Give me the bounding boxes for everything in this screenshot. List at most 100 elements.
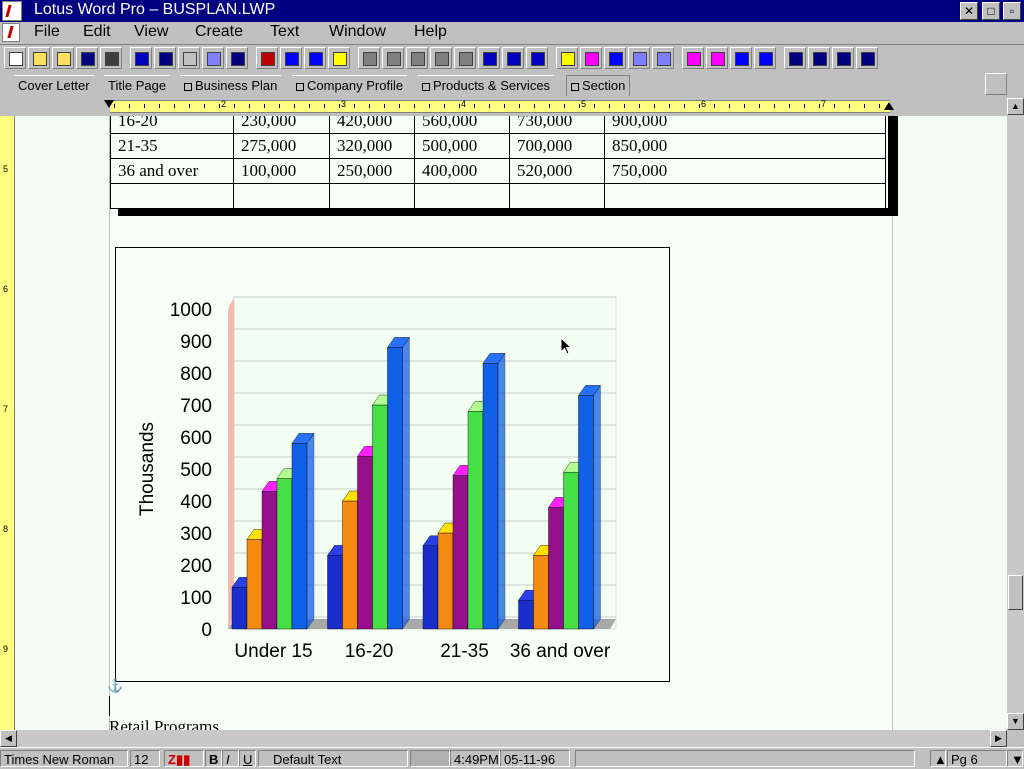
bullet-icon[interactable]	[430, 47, 452, 69]
print-icon[interactable]	[76, 47, 98, 69]
table-cell[interactable]: 700,000	[517, 133, 572, 158]
tab-section[interactable]: Section	[566, 75, 631, 96]
italic-button[interactable]: I	[222, 750, 239, 767]
menu-help[interactable]: Help	[414, 23, 447, 41]
underline-style-icon[interactable]	[406, 47, 428, 69]
paragraph-style-selector[interactable]: Default Text	[258, 750, 408, 767]
bold-button[interactable]: B	[205, 750, 222, 767]
next-icon[interactable]	[730, 47, 752, 69]
page-down-icon[interactable]: ▼	[1007, 750, 1024, 767]
app-icon[interactable]	[2, 1, 22, 21]
table-cell[interactable]: 420,000	[337, 116, 392, 133]
numbering-icon[interactable]	[454, 47, 476, 69]
tab-business-plan[interactable]: Business Plan	[180, 75, 282, 96]
table-cell[interactable]: 100,000	[241, 158, 296, 183]
menu-view[interactable]: View	[134, 23, 168, 41]
tab-company-profile[interactable]: Company Profile	[292, 75, 408, 96]
font-size-selector[interactable]: 12	[130, 750, 160, 767]
open-icon[interactable]	[28, 47, 50, 69]
table-cell[interactable]: 36 and over	[118, 158, 198, 183]
tab-cover-letter[interactable]: Cover Letter	[14, 75, 94, 96]
table-icon[interactable]	[280, 47, 302, 69]
table-cell[interactable]: 750,000	[612, 158, 667, 183]
header-icon[interactable]	[784, 47, 806, 69]
pointer-icon[interactable]	[754, 47, 776, 69]
insert-frame-icon[interactable]	[328, 47, 350, 69]
status-time[interactable]: 4:49PM	[450, 750, 500, 767]
close-icon[interactable]: ✕	[960, 2, 978, 20]
vertical-ruler[interactable]: 5 6 7 8 9	[0, 116, 15, 730]
abc-icon[interactable]	[304, 47, 326, 69]
menu-text[interactable]: Text	[270, 23, 299, 41]
cut-icon[interactable]	[154, 47, 176, 69]
spell-check-icon[interactable]	[226, 47, 248, 69]
smart-icon[interactable]	[652, 47, 674, 69]
bold-style-icon[interactable]	[358, 47, 380, 69]
page-indicator[interactable]: Pg 6	[947, 750, 1007, 767]
table-cell[interactable]: 850,000	[612, 133, 667, 158]
tab-title-page[interactable]: Title Page	[104, 75, 171, 96]
menu-edit[interactable]: Edit	[83, 23, 111, 41]
tab-products-services[interactable]: Products & Services	[418, 75, 555, 96]
scroll-up-icon[interactable]: ▲	[1007, 98, 1024, 115]
underline-button[interactable]: U	[239, 750, 256, 767]
horizontal-ruler[interactable]: 2 3 4 5 6 7	[0, 98, 1007, 114]
copy-icon[interactable]	[178, 47, 200, 69]
left-indent-marker-icon[interactable]	[104, 100, 114, 108]
anchor-icon[interactable]: ⚓	[107, 678, 123, 694]
color-palette-icon[interactable]: Z▮▮	[164, 750, 204, 767]
menu-create[interactable]: Create	[195, 23, 243, 41]
picture-icon[interactable]	[580, 47, 602, 69]
chart-icon[interactable]	[556, 47, 578, 69]
table-cell[interactable]: 400,000	[422, 158, 477, 183]
table-cell[interactable]: 21-35	[118, 133, 158, 158]
undo-icon[interactable]	[130, 47, 152, 69]
indent-icon[interactable]	[478, 47, 500, 69]
scroll-down-icon[interactable]: ▼	[1007, 713, 1024, 730]
paste-icon[interactable]	[202, 47, 224, 69]
paragraph-icon[interactable]	[856, 47, 878, 69]
menu-file[interactable]: File	[34, 23, 60, 41]
table-cell[interactable]: 320,000	[337, 133, 392, 158]
layout-icon[interactable]	[808, 47, 830, 69]
status-date[interactable]: 05-11-96	[500, 750, 570, 767]
document-area[interactable]: 16-20 230,000 420,000 560,000 730,000 900,000…	[15, 116, 1007, 730]
vertical-scrollbar[interactable]: ▲ ▼	[1007, 98, 1024, 730]
table-cell[interactable]: 730,000	[517, 116, 572, 133]
list-icon[interactable]	[526, 47, 548, 69]
new-doc-icon[interactable]	[4, 47, 26, 69]
table-cell[interactable]: 900,000	[612, 116, 667, 133]
spell-indicator-icon[interactable]	[410, 750, 450, 767]
frame-icon[interactable]	[256, 47, 278, 69]
table-cell[interactable]: 560,000	[422, 116, 477, 133]
restore-icon[interactable]: □	[982, 2, 1000, 20]
horizontal-scrollbar[interactable]: ◀ ▶	[0, 730, 1007, 747]
italic-style-icon[interactable]	[382, 47, 404, 69]
page-up-icon[interactable]: ▲	[930, 750, 947, 767]
table-cell[interactable]: 520,000	[517, 158, 572, 183]
open-folder-icon[interactable]	[52, 47, 74, 69]
tab-options-icon[interactable]	[985, 73, 1007, 95]
table-cell[interactable]: 230,000	[241, 116, 296, 133]
right-margin-marker-icon[interactable]	[884, 102, 894, 110]
chart-frame[interactable]: 0 100 200 300 400 500 600 700 800 900 1000 Thousand…	[115, 247, 670, 682]
font-name-selector[interactable]: Times New Roman	[0, 750, 128, 767]
table-cell[interactable]: 16-20	[118, 116, 158, 133]
scroll-left-icon[interactable]: ◀	[0, 730, 17, 747]
vertical-scroll-thumb[interactable]	[1008, 575, 1023, 610]
table-cell[interactable]: 275,000	[241, 133, 296, 158]
arrow-down-icon[interactable]	[682, 47, 704, 69]
table-cell[interactable]: 500,000	[422, 133, 477, 158]
scroll-right-icon[interactable]: ▶	[990, 730, 1007, 747]
outdent-icon[interactable]	[502, 47, 524, 69]
link-icon[interactable]	[628, 47, 650, 69]
table-cell[interactable]: 250,000	[337, 158, 392, 183]
print-preview-icon[interactable]	[100, 47, 122, 69]
move-icon[interactable]	[706, 47, 728, 69]
menu-window[interactable]: Window	[329, 23, 386, 41]
document-icon[interactable]	[2, 23, 20, 42]
minimize-icon[interactable]: ▫	[1003, 2, 1021, 20]
draw-icon[interactable]	[604, 47, 626, 69]
page-icon[interactable]	[832, 47, 854, 69]
layout-icon-glyph	[813, 52, 827, 66]
